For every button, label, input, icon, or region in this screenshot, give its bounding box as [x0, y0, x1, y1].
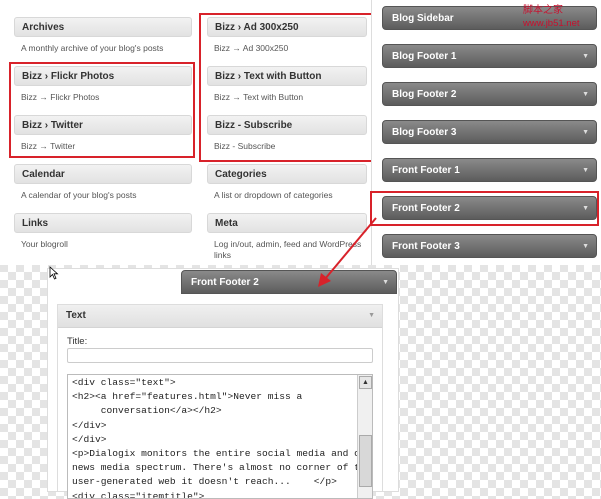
watermark-url: www.jb51.net — [523, 18, 580, 29]
watermark: 脚本之家 www.jb51.net — [523, 4, 601, 30]
widget-title[interactable]: Meta — [207, 213, 367, 233]
sidebar-blog-footer-1[interactable]: Blog Footer 1 ▼ — [382, 44, 597, 68]
scroll-thumb[interactable] — [359, 435, 372, 487]
sidebar-label: Blog Sidebar — [392, 13, 454, 24]
expanded-sidebar-header[interactable]: Front Footer 2 ▼ — [181, 270, 397, 294]
sidebar-label: Blog Footer 3 — [392, 127, 457, 138]
widget-calendar[interactable]: Calendar A calendar of your blog's posts — [14, 164, 192, 201]
widget-title[interactable]: Categories — [207, 164, 367, 184]
chevron-down-icon[interactable]: ▼ — [368, 305, 375, 327]
chevron-down-icon[interactable]: ▼ — [582, 159, 589, 183]
highlight-box-front-footer-2 — [370, 191, 599, 226]
chevron-down-icon[interactable]: ▼ — [582, 45, 589, 69]
widget-categories[interactable]: Categories A list or dropdown of categor… — [207, 164, 367, 201]
title-label: Title: — [67, 336, 88, 347]
expanded-sidebar-title: Front Footer 2 — [191, 277, 259, 288]
sidebar-label: Blog Footer 1 — [392, 51, 457, 62]
chevron-down-icon[interactable]: ▼ — [382, 271, 389, 295]
scroll-up-icon[interactable]: ▲ — [359, 376, 372, 389]
sidebar-label: Front Footer 1 — [392, 165, 460, 176]
text-widget-title: Text — [66, 310, 86, 321]
sidebar-blog-footer-3[interactable]: Blog Footer 3 ▼ — [382, 120, 597, 144]
content-textarea[interactable]: <div class="text"> <h2><a href="features… — [67, 374, 373, 499]
watermark-title: 脚本之家 — [523, 5, 563, 16]
widget-description: Log in/out, admin, feed and WordPress li… — [214, 239, 362, 260]
widget-description: A calendar of your blog's posts — [21, 190, 137, 200]
widget-description: A list or dropdown of categories — [214, 190, 333, 200]
text-widget-header[interactable]: Text ▼ — [58, 305, 382, 328]
title-input[interactable] — [67, 348, 373, 363]
highlight-box-left — [9, 62, 195, 158]
content-text[interactable]: <div class="text"> <h2><a href="features… — [72, 376, 372, 498]
widget-links[interactable]: Links Your blogroll — [14, 213, 192, 250]
sidebar-label: Front Footer 3 — [392, 241, 460, 252]
chevron-down-icon[interactable]: ▼ — [582, 235, 589, 259]
text-widget: Text ▼ Title: <div class="text"> <h2><a … — [57, 304, 383, 499]
widget-title[interactable]: Calendar — [14, 164, 192, 184]
mouse-cursor-icon — [49, 266, 59, 280]
widget-meta[interactable]: Meta Log in/out, admin, feed and WordPre… — [207, 213, 367, 261]
chevron-down-icon[interactable]: ▼ — [582, 83, 589, 107]
highlight-box-middle — [199, 13, 375, 162]
sidebar-label: Blog Footer 2 — [392, 89, 457, 100]
widget-title[interactable]: Links — [14, 213, 192, 233]
widget-description: Your blogroll — [21, 239, 68, 249]
sidebar-blog-footer-2[interactable]: Blog Footer 2 ▼ — [382, 82, 597, 106]
chevron-down-icon[interactable]: ▼ — [582, 121, 589, 145]
sidebar-front-footer-1[interactable]: Front Footer 1 ▼ — [382, 158, 597, 182]
widget-title[interactable]: Archives — [14, 17, 192, 37]
widget-archives[interactable]: Archives A monthly archive of your blog'… — [14, 17, 192, 54]
scrollbar[interactable]: ▲ — [357, 375, 372, 498]
widget-description: A monthly archive of your blog's posts — [21, 43, 164, 53]
sidebar-front-footer-3[interactable]: Front Footer 3 ▼ — [382, 234, 597, 258]
